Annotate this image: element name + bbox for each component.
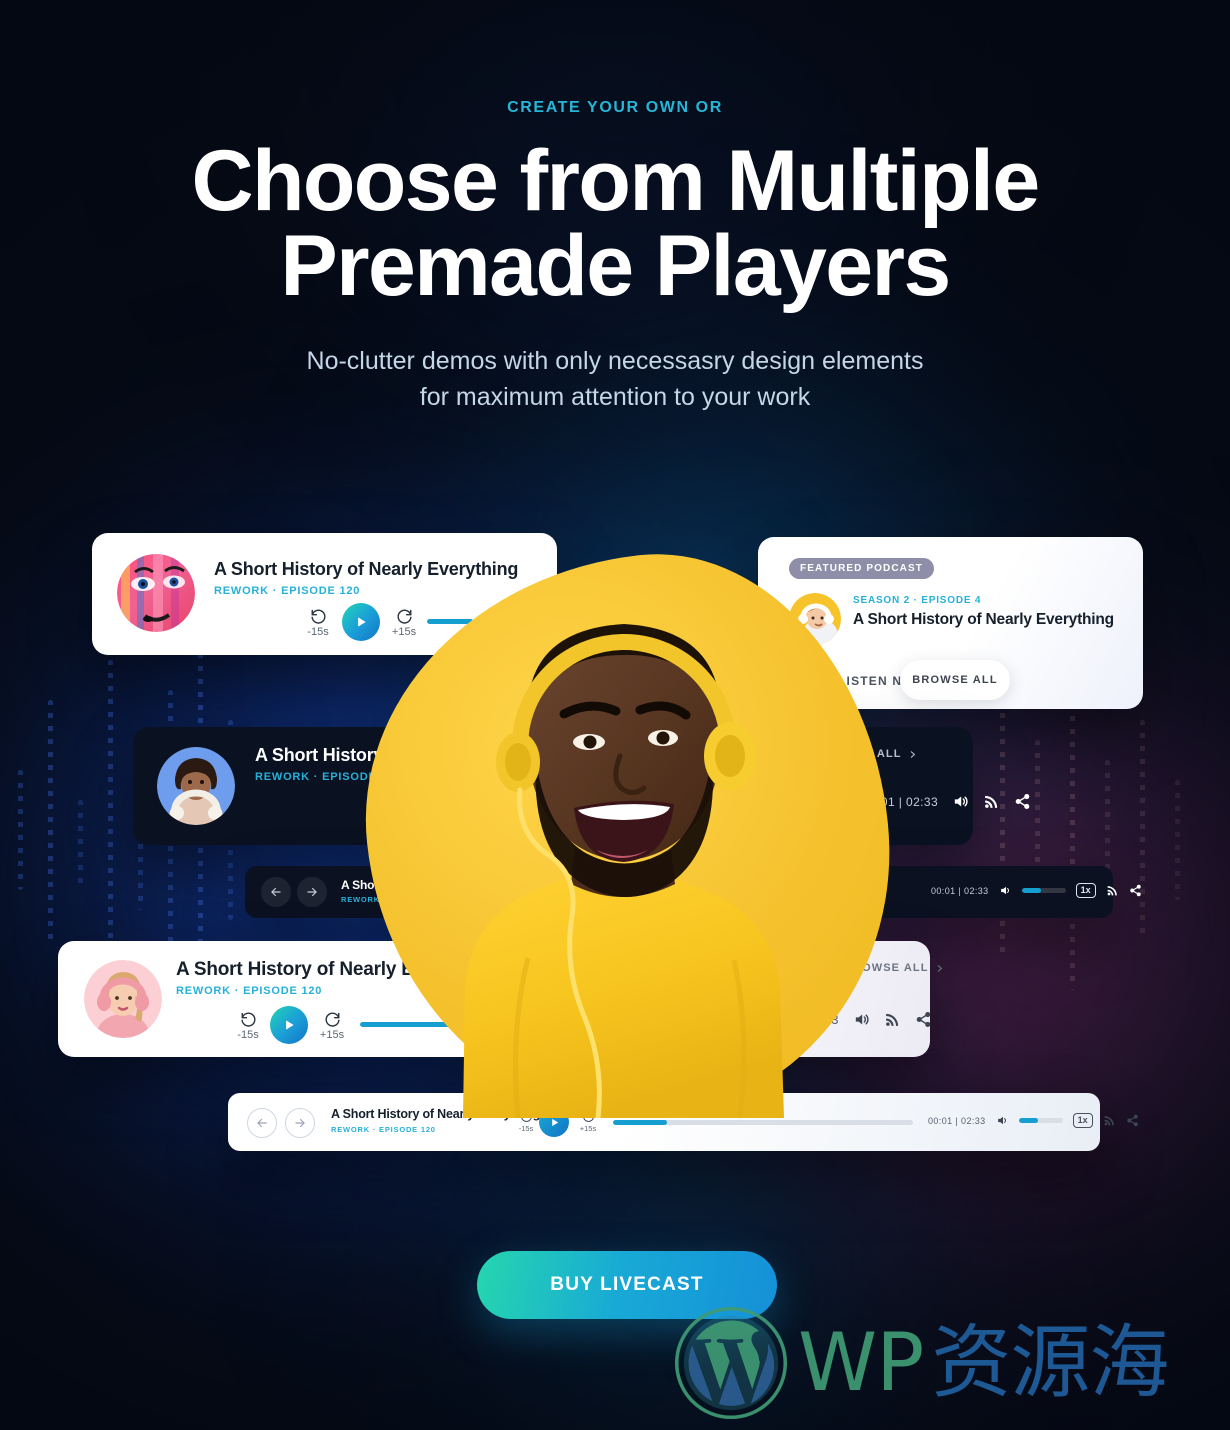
share-icon[interactable]	[1014, 793, 1031, 810]
rss-icon[interactable]	[1103, 1114, 1116, 1127]
player-controls-right: 00:01 | 02:33 1x	[928, 1113, 1139, 1128]
arrow-right-icon	[307, 887, 317, 897]
page-title: Choose from Multiple Premade Players	[0, 138, 1230, 315]
headline-line-2: Premade Players	[280, 218, 951, 315]
episode-title: A Short History of Nearly Everything	[853, 611, 1114, 628]
volume-fill	[1021, 888, 1042, 893]
rotate-cw-icon	[325, 1012, 340, 1027]
share-icon[interactable]	[1129, 884, 1142, 897]
forward-15-button[interactable]: +15s	[314, 1011, 350, 1041]
rewind-label: -15s	[237, 1029, 259, 1041]
progress-fill	[613, 1120, 667, 1125]
play-icon	[286, 1020, 294, 1030]
volume-slider[interactable]	[1018, 1118, 1063, 1123]
hero-header: CREATE YOUR OWN OR Choose from Multiple …	[0, 0, 1230, 415]
browse-all-button[interactable]: BROWSE ALL	[900, 660, 1010, 700]
previous-track-button[interactable]	[247, 1108, 277, 1138]
chevron-right-icon	[910, 750, 915, 758]
wordpress-logo-icon	[674, 1306, 788, 1420]
rotate-ccw-icon	[310, 609, 325, 624]
play-icon	[551, 1118, 558, 1126]
chevron-right-icon	[937, 964, 942, 972]
arrow-right-icon	[295, 1118, 305, 1128]
share-icon[interactable]	[915, 1011, 932, 1028]
subtitle: No-clutter demos with only necessasry de…	[0, 343, 1230, 415]
cta-label: BUY LIVECAST	[550, 1274, 704, 1295]
avatar	[84, 960, 162, 1038]
forward-label: +15s	[319, 1029, 345, 1041]
playback-speed-button[interactable]: 1x	[1072, 1113, 1093, 1128]
volume-icon[interactable]	[999, 884, 1012, 897]
time-display: 00:01 | 02:33	[928, 1115, 986, 1126]
rotate-ccw-icon	[240, 1012, 255, 1027]
next-track-button[interactable]	[285, 1108, 315, 1138]
eyebrow-text: CREATE YOUR OWN OR	[507, 99, 723, 116]
episode-meta: REWORK · EPISODE 120	[214, 585, 361, 597]
volume-fill	[1018, 1118, 1039, 1123]
watermark-text-en: WP	[798, 1316, 924, 1409]
volume-slider[interactable]	[1021, 888, 1066, 893]
volume-icon[interactable]	[996, 1114, 1009, 1127]
player-controls-right: 00:01 | 02:33 1x	[931, 883, 1142, 898]
episode-meta: REWORK · EPISODE 120	[176, 985, 323, 997]
time-display: 00:01 | 02:33	[931, 885, 989, 896]
play-button[interactable]	[270, 1006, 308, 1044]
next-track-button[interactable]	[297, 877, 327, 907]
arrow-left-icon	[257, 1118, 267, 1128]
headline-line-1: Choose from Multiple	[191, 133, 1040, 229]
hero-person-cutout	[340, 532, 916, 1144]
episode-meta: REWORK · EPISODE 120	[331, 1125, 436, 1134]
watermark-text-cn: 资源海	[931, 1316, 1169, 1409]
watermark: WP 资源海	[672, 1303, 1169, 1423]
rss-icon[interactable]	[1106, 884, 1119, 897]
rewind-15-button[interactable]: -15s	[230, 1011, 266, 1041]
avatar	[157, 747, 235, 825]
avatar	[117, 554, 195, 632]
person-photo	[463, 624, 784, 1118]
progress-bar[interactable]	[613, 1120, 913, 1125]
player-controls-right: 00:01 | 02:33	[863, 793, 1031, 810]
forward-label: +15s	[579, 1124, 597, 1133]
previous-track-button[interactable]	[261, 877, 291, 907]
volume-icon[interactable]	[952, 793, 969, 810]
subtitle-line-2: for maximum attention to your work	[419, 383, 811, 412]
share-icon[interactable]	[1126, 1114, 1139, 1127]
subtitle-line-1: No-clutter demos with only necessasry de…	[306, 347, 924, 376]
rewind-label: -15s	[518, 1124, 534, 1133]
rewind-15-button[interactable]: -15s	[300, 608, 336, 638]
play-icon	[358, 617, 366, 627]
arrow-left-icon	[271, 887, 281, 897]
rewind-label: -15s	[307, 626, 329, 638]
rss-icon[interactable]	[983, 793, 1000, 810]
playback-speed-button[interactable]: 1x	[1075, 883, 1096, 898]
